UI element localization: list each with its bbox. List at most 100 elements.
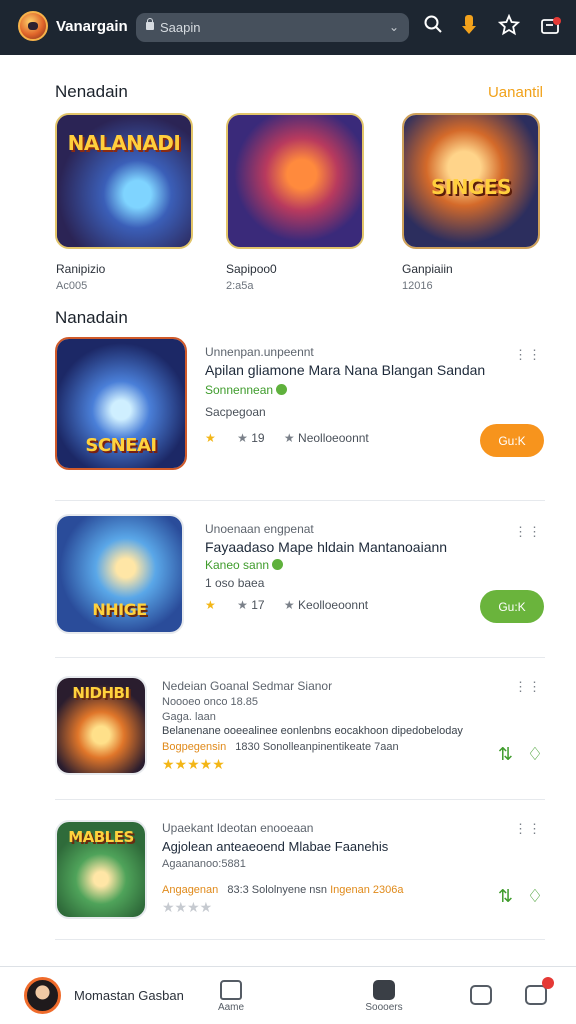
user-name: Momastan Gasban <box>74 988 184 1003</box>
item-developer: Bogpegensin <box>162 741 227 753</box>
bottom-navigation: Momastan Gasban Aame Soooers <box>0 966 576 1024</box>
item-developer: Angagenan <box>162 884 219 896</box>
item-tag: Keolloeoonnt <box>298 598 369 612</box>
star-icon: ★ <box>283 431 295 445</box>
item-title: Apilan gliamone Mara Nana Blangan Sandan <box>205 362 486 378</box>
download-icon[interactable] <box>456 14 482 40</box>
item-title: Noooeo onco 18.85 <box>162 696 259 708</box>
thumbnail-art-text: NHIGE <box>92 600 147 619</box>
nav-stores[interactable]: Soooers <box>362 980 406 1013</box>
star-icon[interactable] <box>496 13 522 40</box>
wishlist-icon[interactable]: ♢ <box>527 886 543 907</box>
list-item[interactable]: MABLES Upaekant Ideotan enooeaan Agjolea… <box>55 810 545 940</box>
item-meta-row: ★ ★ 19 ★ Neolloeoonnt <box>205 431 369 445</box>
nav-home-label: Aame <box>217 1002 245 1013</box>
nav-stores-label: Soooers <box>365 1002 403 1013</box>
nav-library[interactable] <box>469 985 493 1007</box>
wishlist-icon[interactable]: ♢ <box>527 744 543 765</box>
share-icon[interactable]: ⇅ <box>498 744 513 765</box>
list-item[interactable]: NHIGE Unoenaan engpenat Fayaadaso Mape h… <box>55 512 545 658</box>
item-size: Sacpegoan <box>205 405 266 419</box>
featured-card-1-name: Ranipizio <box>56 262 106 276</box>
featured-card-3-meta: 12016 <box>402 280 433 292</box>
featured-card-art-text: SINGES <box>430 175 512 199</box>
item-category: Unnenpan.unpeennt <box>205 345 314 359</box>
star-icon: ★ <box>237 598 248 612</box>
verified-icon <box>276 384 288 395</box>
game-thumbnail: MABLES <box>55 820 147 919</box>
featured-card-1-meta: Ac005 <box>56 280 88 292</box>
thumbnail-art-text: NIDHBI <box>72 684 130 702</box>
lock-icon <box>146 18 154 30</box>
rating-stars: ★★★★ <box>162 899 213 915</box>
star-icon: ★ <box>237 431 248 445</box>
featured-card-3[interactable]: SINGES <box>402 113 540 249</box>
verified-icon <box>272 559 284 570</box>
item-category: Nedeian Goanal Sedmar Sianor <box>162 679 333 693</box>
chevron-down-icon[interactable]: ⌄ <box>389 20 399 34</box>
app-logo[interactable] <box>18 11 48 41</box>
item-meta-accent: Ingenan 2306a <box>330 884 404 896</box>
install-button[interactable]: Gu:K <box>480 424 544 457</box>
star-icon: ★ <box>283 598 295 612</box>
item-description: Belanenane ooeealinee eonlenbns eocakhoo… <box>162 725 463 737</box>
search-input[interactable] <box>160 19 380 36</box>
item-meta: 83:3 Sololnyene nsn <box>227 884 328 896</box>
game-thumbnail: SCNEAI <box>55 337 187 470</box>
item-size: Gaga. laan <box>162 711 216 723</box>
more-options-icon[interactable]: ⋮⋮ <box>514 347 542 363</box>
store-icon <box>373 980 395 1000</box>
featured-card-art-text: NALANADI <box>67 131 181 155</box>
item-tag: Neolloeoonnt <box>298 431 369 445</box>
top-bar: Vanargain ⌄ <box>0 0 576 55</box>
item-category: Unoenaan engpenat <box>205 522 314 536</box>
item-size: Agaananoo:5881 <box>162 858 246 870</box>
item-downloads: 19 <box>251 431 265 445</box>
share-icon[interactable]: ⇅ <box>498 886 513 907</box>
list-section-title: Nanadain <box>55 308 128 327</box>
item-title: Fayaadaso Mape hldain Mantanoaiann <box>205 539 448 555</box>
messages-badge <box>542 977 554 989</box>
item-developer: Sonnennean <box>205 383 288 397</box>
item-size: 1 oso baea <box>205 576 265 590</box>
featured-section-title: Nenadain <box>55 82 128 101</box>
notification-box-icon[interactable] <box>537 14 563 40</box>
thumbnail-art-text: SCNEAI <box>85 435 157 456</box>
library-icon <box>470 985 492 1005</box>
list-item[interactable]: NIDHBI Nedeian Goanal Sedmar Sianor Nooo… <box>55 668 545 800</box>
install-button[interactable]: Gu:K <box>480 590 544 623</box>
item-meta-row: Bogpegensin 1830 Sonolleanpinentikeate 7… <box>162 741 399 753</box>
avatar[interactable] <box>24 977 61 1014</box>
featured-card-2-name: Sapipoo0 <box>226 262 277 276</box>
item-meta-row: Angagenan 83:3 Sololnyene nsn Ingenan 23… <box>162 884 404 896</box>
more-options-icon[interactable]: ⋮⋮ <box>514 821 542 837</box>
app-title: Vanargain <box>56 18 128 35</box>
notification-badge <box>553 17 561 25</box>
featured-card-2-meta: 2:a5a <box>226 280 254 292</box>
star-icon: ★ <box>205 598 216 612</box>
item-category: Upaekant Ideotan enooeaan <box>162 821 314 835</box>
item-downloads: 17 <box>251 598 265 612</box>
more-options-icon[interactable]: ⋮⋮ <box>514 679 542 695</box>
search-bar[interactable]: ⌄ <box>136 13 409 42</box>
list-item[interactable]: SCNEAI Unnenpan.unpeennt Apilan gliamone… <box>55 335 545 501</box>
home-icon <box>220 980 242 1000</box>
game-thumbnail: NIDHBI <box>55 676 147 775</box>
star-icon: ★ <box>205 431 216 445</box>
featured-card-2[interactable] <box>226 113 364 249</box>
game-artwork <box>228 115 362 247</box>
item-title: Agjolean anteaeoend Mlabae Faanehis <box>162 839 389 854</box>
nav-home[interactable]: Aame <box>216 980 246 1013</box>
game-thumbnail: NHIGE <box>55 514 184 634</box>
item-meta-row: ★ ★ 17 ★ Keolloeoonnt <box>205 598 368 612</box>
item-meta: 1830 Sonolleanpinentikeate 7aan <box>235 741 399 753</box>
thumbnail-art-text: MABLES <box>68 828 134 846</box>
rating-stars: ★★★★★ <box>162 756 225 772</box>
see-all-link[interactable]: Uanantil <box>488 84 543 101</box>
more-options-icon[interactable]: ⋮⋮ <box>514 524 542 540</box>
featured-card-3-name: Ganpiaiin <box>402 262 453 276</box>
featured-card-1[interactable]: NALANADI <box>55 113 193 249</box>
nav-messages[interactable] <box>524 977 554 1007</box>
search-icon[interactable] <box>420 14 446 40</box>
item-developer: Kaneo sann <box>205 558 284 572</box>
